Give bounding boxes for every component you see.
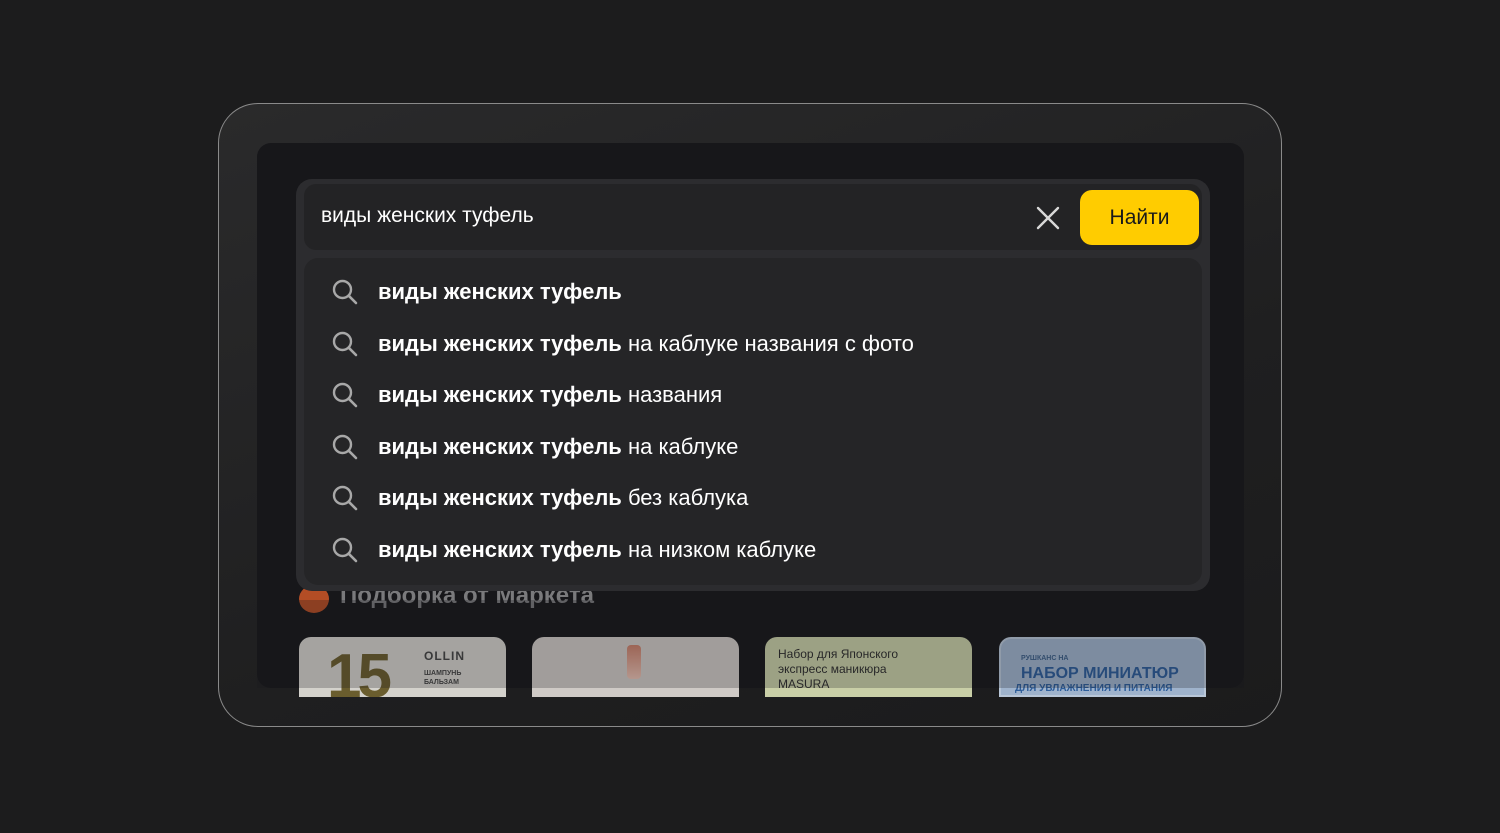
card-title: НАБОР МИНИАТЮР bbox=[1021, 665, 1179, 682]
search-icon bbox=[332, 537, 358, 563]
search-icon bbox=[332, 279, 358, 305]
suggestion-label: виды женских туфель на каблуке названия … bbox=[378, 331, 914, 356]
suggestion-label: виды женских туфель bbox=[378, 279, 622, 304]
product-card[interactable]: 15 OLLIN ШАМПУНЬ БАЛЬЗАМ bbox=[299, 637, 506, 697]
suggestion-item[interactable]: виды женских туфель на каблуке bbox=[304, 422, 1202, 472]
search-icon bbox=[332, 434, 358, 460]
search-icon bbox=[332, 382, 358, 408]
suggestion-item[interactable]: виды женских туфель без каблука bbox=[304, 473, 1202, 523]
product-card[interactable]: Набор для Японского экспресс маникюра MA… bbox=[765, 637, 972, 697]
suggestion-label: виды женских туфель названия bbox=[378, 382, 723, 407]
suggestion-item[interactable]: виды женских туфель bbox=[304, 267, 1202, 317]
find-button[interactable]: Найти bbox=[1080, 190, 1199, 245]
card-subtitle: ШАМПУНЬ БАЛЬЗАМ bbox=[424, 670, 462, 686]
search-input[interactable]: виды женских туфель bbox=[321, 204, 534, 228]
suggestion-item[interactable]: виды женских туфель на каблуке названия … bbox=[304, 319, 1202, 369]
suggestion-item[interactable]: виды женских туфель названия bbox=[304, 370, 1202, 420]
suggestion-label: виды женских туфель на низком каблуке bbox=[378, 537, 817, 562]
card-subtitle: ДЛЯ УВЛАЖНЕНИЯ И ПИТАНИЯ bbox=[1015, 683, 1173, 694]
card-brand: OLLIN bbox=[424, 649, 465, 663]
suggestion-label: виды женских туфель без каблука bbox=[378, 485, 749, 510]
product-card[interactable] bbox=[532, 637, 739, 697]
close-icon bbox=[1036, 206, 1060, 230]
search-icon bbox=[332, 331, 358, 357]
product-card[interactable]: РУШКАНС НА НАБОР МИНИАТЮР ДЛЯ УВЛАЖНЕНИЯ… bbox=[999, 637, 1206, 697]
suggestion-label: виды женских туфель на каблуке bbox=[378, 434, 739, 459]
product-image bbox=[627, 645, 641, 679]
suggestion-item[interactable]: виды женских туфель на низком каблуке bbox=[304, 525, 1202, 575]
clear-button[interactable] bbox=[1032, 202, 1064, 234]
card-text: Набор для Японского экспресс маникюра MA… bbox=[778, 647, 899, 691]
card-kicker: РУШКАНС НА bbox=[1021, 655, 1069, 662]
card-badge: 15 bbox=[327, 642, 392, 697]
search-icon bbox=[332, 485, 358, 511]
